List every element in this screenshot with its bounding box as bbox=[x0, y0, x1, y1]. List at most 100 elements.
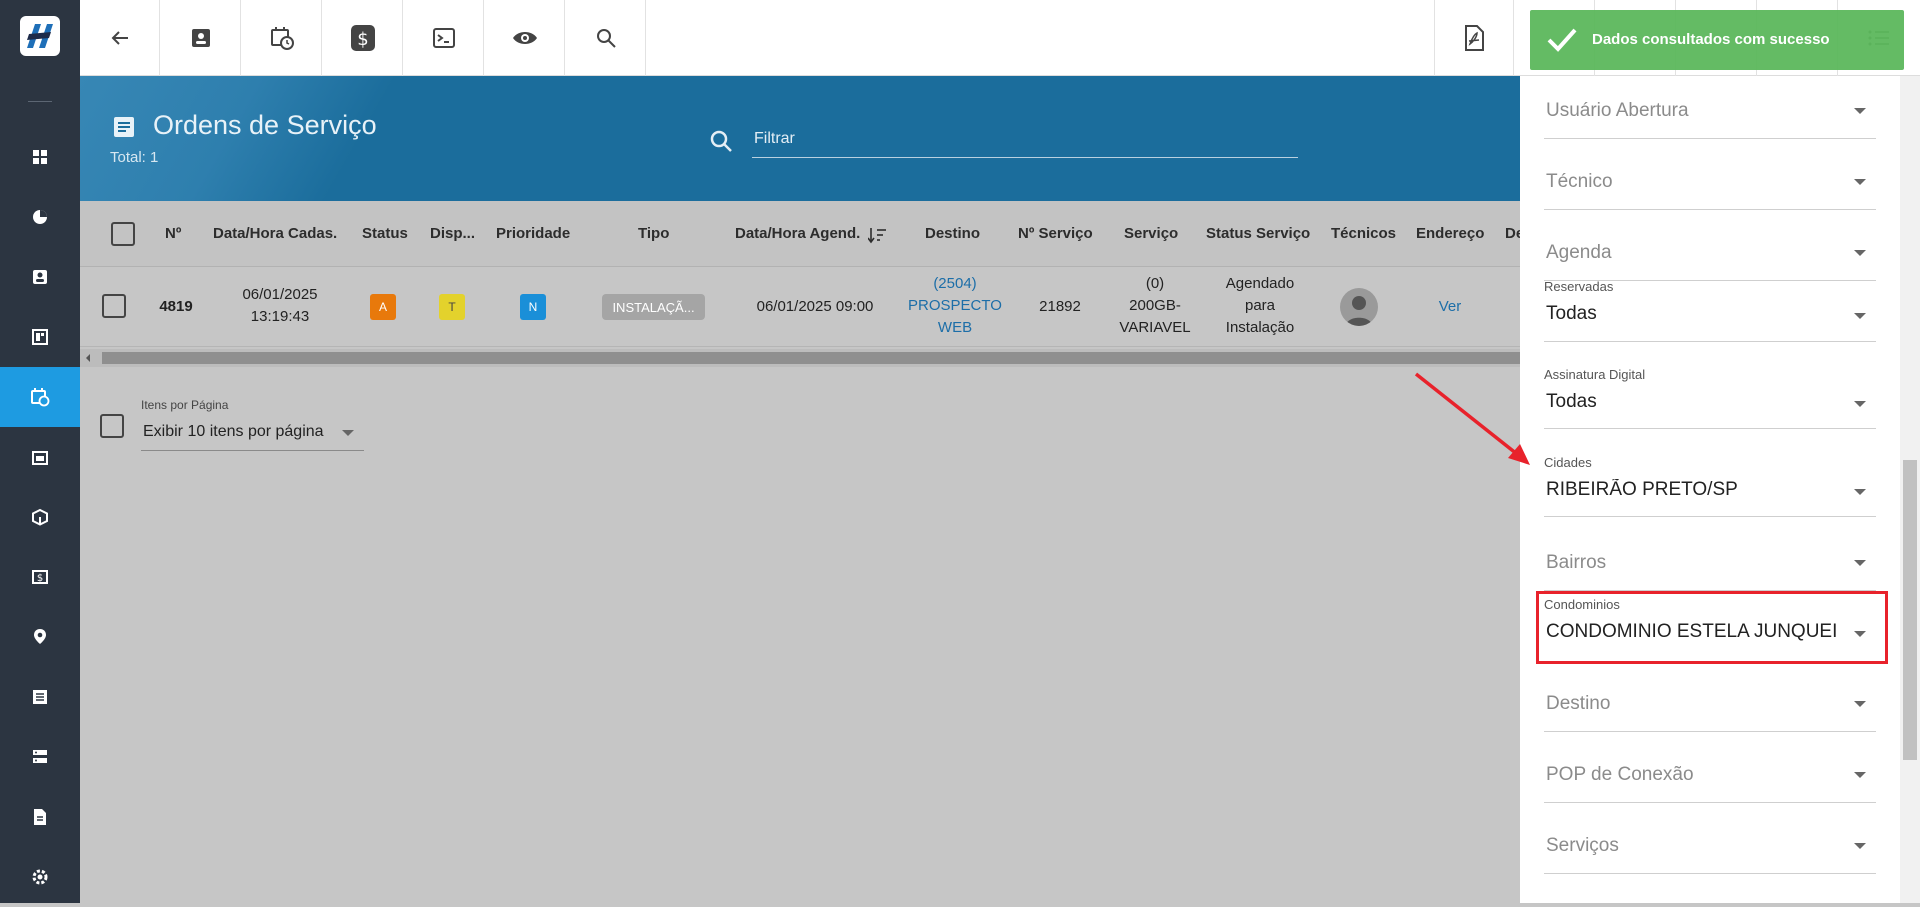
filter-field[interactable]: Filtrar bbox=[708, 124, 1298, 158]
sidebar-item-documents[interactable] bbox=[0, 787, 80, 847]
table-horizontal-scrollbar[interactable] bbox=[80, 349, 1520, 367]
money-icon: $ bbox=[32, 570, 48, 584]
scrollbar-thumb[interactable] bbox=[102, 352, 1520, 364]
sidebar-item-board[interactable] bbox=[0, 307, 80, 367]
sidebar-item-dashboard[interactable] bbox=[0, 127, 80, 187]
filter-usuario-abertura[interactable]: Usuário Abertura bbox=[1544, 90, 1876, 140]
sidebar-item-network[interactable] bbox=[0, 727, 80, 787]
sidebar-item-list[interactable] bbox=[0, 667, 80, 727]
success-toast[interactable]: Dados consultados com sucesso bbox=[1530, 10, 1904, 70]
row-checkbox[interactable] bbox=[102, 294, 126, 318]
sort-desc-icon[interactable] bbox=[868, 226, 888, 244]
highlight-annotation-box bbox=[1536, 591, 1888, 664]
chevron-down-icon[interactable] bbox=[1854, 560, 1866, 566]
sidebar-item-inventory[interactable] bbox=[0, 487, 80, 547]
chevron-down-icon[interactable] bbox=[342, 430, 354, 436]
sidebar-item-finance[interactable]: $ bbox=[0, 547, 80, 607]
filter-reservadas[interactable]: Reservadas Todas bbox=[1544, 279, 1876, 349]
sidebar-item-settings[interactable] bbox=[0, 847, 80, 907]
address-view-link[interactable]: Ver bbox=[1415, 296, 1485, 318]
grid-icon bbox=[33, 150, 47, 164]
select-all-checkbox[interactable] bbox=[111, 222, 135, 246]
destino-link[interactable]: (2504) PROSPECTO WEB bbox=[900, 273, 1010, 339]
chevron-down-icon[interactable] bbox=[1854, 701, 1866, 707]
calendar-clock-icon bbox=[31, 388, 50, 407]
chevron-down-icon[interactable] bbox=[1854, 108, 1866, 114]
calendar-clock-icon bbox=[270, 27, 294, 50]
column-header-tipo[interactable]: Tipo bbox=[638, 225, 669, 242]
chevron-down-icon[interactable] bbox=[1854, 179, 1866, 185]
chevron-down-icon[interactable] bbox=[1854, 843, 1866, 849]
column-header-status-servico[interactable]: Status Serviço bbox=[1206, 225, 1310, 242]
assinatura-value[interactable]: Todas bbox=[1546, 391, 1838, 413]
financial-button[interactable]: $ bbox=[323, 0, 403, 76]
user-silhouette-icon bbox=[1346, 296, 1372, 326]
svg-text:$: $ bbox=[357, 29, 368, 50]
agenda-placeholder[interactable]: Agenda bbox=[1546, 242, 1612, 264]
sidebar-item-service-orders[interactable] bbox=[0, 367, 80, 427]
filter-cidades[interactable]: Cidades RIBEIRÃO PRETO/SP bbox=[1544, 455, 1876, 525]
column-header-tecnicos[interactable]: Técnicos bbox=[1331, 225, 1396, 242]
status-servico-line-3: Instalação bbox=[1225, 319, 1295, 336]
view-button[interactable] bbox=[485, 0, 565, 76]
column-header-data-cadastro[interactable]: Data/Hora Cadas. bbox=[213, 225, 337, 242]
tipo-chip: INSTALAÇÃ... bbox=[602, 294, 705, 320]
column-header-numero[interactable]: Nº bbox=[165, 225, 181, 242]
arrow-left-icon bbox=[111, 31, 128, 45]
cell-numero-servico: 21892 bbox=[1039, 298, 1081, 315]
chevron-down-icon[interactable] bbox=[1854, 313, 1866, 319]
scroll-left-arrow-icon[interactable] bbox=[86, 354, 90, 362]
back-button[interactable] bbox=[80, 0, 160, 76]
chevron-down-icon[interactable] bbox=[1854, 489, 1866, 495]
filter-input[interactable]: Filtrar bbox=[754, 130, 795, 148]
sidebar-item-map[interactable] bbox=[0, 607, 80, 667]
field-underline bbox=[1544, 428, 1876, 429]
column-header-status[interactable]: Status bbox=[362, 225, 408, 242]
filter-underline bbox=[752, 157, 1298, 158]
search-icon bbox=[596, 29, 616, 48]
column-header-data-agendamento[interactable]: Data/Hora Agend. bbox=[735, 225, 860, 242]
sidebar-item-calendar[interactable] bbox=[0, 427, 80, 487]
column-header-disp[interactable]: Disp... bbox=[430, 225, 475, 242]
sidebar-item-clients[interactable] bbox=[0, 247, 80, 307]
cidades-value[interactable]: RIBEIRÃO PRETO/SP bbox=[1546, 479, 1838, 501]
usuario-abertura-placeholder[interactable]: Usuário Abertura bbox=[1546, 100, 1689, 122]
filter-destino[interactable]: Destino bbox=[1544, 683, 1876, 733]
servicos-placeholder[interactable]: Serviços bbox=[1546, 835, 1619, 857]
bairros-placeholder[interactable]: Bairros bbox=[1546, 552, 1606, 574]
technician-avatar[interactable] bbox=[1340, 288, 1378, 326]
terminal-button[interactable] bbox=[404, 0, 484, 76]
filter-agenda[interactable]: Agenda bbox=[1544, 232, 1876, 282]
column-header-endereco[interactable]: Endereço bbox=[1416, 225, 1484, 242]
chevron-down-icon[interactable] bbox=[1854, 401, 1866, 407]
chevron-down-icon[interactable] bbox=[1854, 772, 1866, 778]
filter-servicos[interactable]: Serviços bbox=[1544, 825, 1876, 875]
filter-assinatura-digital[interactable]: Assinatura Digital Todas bbox=[1544, 367, 1876, 437]
destino-line-3[interactable]: WEB bbox=[900, 317, 1010, 339]
filter-panel-scrollbar-thumb[interactable] bbox=[1903, 460, 1917, 760]
table-row[interactable]: 4819 06/01/2025 13:19:43 A T N INSTALAÇÃ… bbox=[80, 267, 1520, 347]
search-button[interactable] bbox=[566, 0, 646, 76]
destino-line-2[interactable]: PROSPECTO bbox=[900, 295, 1010, 317]
page-select-checkbox[interactable] bbox=[100, 414, 124, 438]
sidebar-item-reports[interactable] bbox=[0, 187, 80, 247]
column-header-destino[interactable]: Destino bbox=[925, 225, 980, 242]
column-header-numero-servico[interactable]: Nº Serviço bbox=[1018, 225, 1093, 242]
pdf-export-button[interactable] bbox=[1434, 0, 1514, 76]
app-logo[interactable] bbox=[20, 16, 60, 56]
destino-line-1[interactable]: (2504) bbox=[900, 273, 1010, 295]
chevron-down-icon[interactable] bbox=[1854, 250, 1866, 256]
filter-bairros[interactable]: Bairros bbox=[1544, 542, 1876, 592]
pop-placeholder[interactable]: POP de Conexão bbox=[1546, 764, 1694, 786]
client-button[interactable] bbox=[161, 0, 241, 76]
map-pin-icon bbox=[34, 629, 46, 644]
filter-pop-conexao[interactable]: POP de Conexão bbox=[1544, 754, 1876, 804]
items-per-page-select[interactable]: Exibir 10 itens por página bbox=[143, 423, 324, 441]
column-header-servico[interactable]: Serviço bbox=[1124, 225, 1178, 242]
column-header-prioridade[interactable]: Prioridade bbox=[496, 225, 570, 242]
tecnico-placeholder[interactable]: Técnico bbox=[1546, 171, 1613, 193]
destino-placeholder[interactable]: Destino bbox=[1546, 693, 1610, 715]
reservadas-value[interactable]: Todas bbox=[1546, 303, 1838, 325]
schedule-button[interactable] bbox=[242, 0, 322, 76]
filter-tecnico[interactable]: Técnico bbox=[1544, 161, 1876, 211]
